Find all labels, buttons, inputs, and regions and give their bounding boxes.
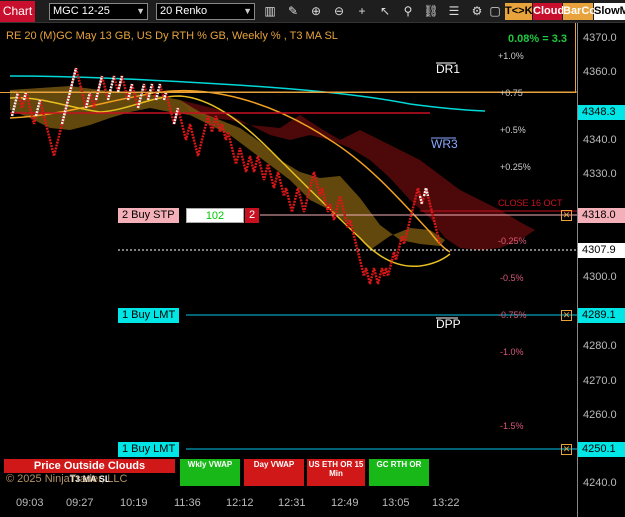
price-tag: 4318.0: [578, 208, 625, 223]
dpp-label: DPP: [436, 317, 461, 331]
time-tick: 11:36: [174, 497, 201, 509]
pct-level-label: +0.75: [500, 88, 523, 98]
chevron-down-icon: ▼: [243, 6, 252, 16]
price-tick: 4240.0: [583, 477, 617, 489]
pct-level-label: -0.5%: [500, 273, 524, 283]
time-tick: 12:31: [278, 497, 306, 509]
pointer-icon[interactable]: ↖: [377, 3, 393, 20]
cloud-button[interactable]: Cloud: [533, 3, 564, 20]
settings-icon[interactable]: ⚙: [469, 3, 485, 20]
time-tick: 12:12: [226, 497, 254, 509]
day-vwap-indicator: Day VWAP: [244, 459, 304, 486]
price-tick: 4370.0: [583, 32, 617, 44]
window-icon[interactable]: ▢: [487, 3, 503, 20]
last-price-tag: 4307.9: [578, 243, 625, 258]
buy-stop-count[interactable]: 2: [245, 208, 259, 223]
buy-limit-order-label[interactable]: 1 Buy LMT: [118, 308, 180, 323]
time-tick: 13:22: [432, 497, 460, 509]
barcol-button[interactable]: BarCol: [563, 3, 599, 20]
gc-rth-or-indicator: GC RTH OR: [369, 459, 429, 486]
tk-button[interactable]: T<>K: [505, 3, 533, 20]
percent-change-label: 0.08% = 3.3: [508, 33, 568, 45]
time-tick: 12:49: [331, 497, 359, 509]
time-tick: 09:03: [16, 497, 44, 509]
us-eth-or-indicator: US ETH OR 15 Min: [307, 459, 365, 486]
price-tick: 4330.0: [583, 168, 617, 180]
cancel-order-icon[interactable]: ✕: [561, 210, 572, 221]
price-outside-clouds-indicator: Price Outside Clouds: [4, 459, 175, 473]
chevron-down-icon: ▼: [136, 6, 145, 16]
slowm-button[interactable]: SlowM: [594, 3, 625, 20]
cancel-order-icon[interactable]: ✕: [561, 444, 572, 455]
bar-type-selector[interactable]: 20 Renko ▼: [156, 3, 255, 20]
time-tick: 10:19: [120, 497, 148, 509]
price-tick: 4340.0: [583, 134, 617, 146]
instrument-value: MGC 12-25: [53, 5, 110, 17]
price-tick: 4300.0: [583, 271, 617, 283]
price-tick: 4270.0: [583, 375, 617, 387]
link-icon[interactable]: ⛓: [423, 3, 439, 20]
price-tag: 4348.3: [578, 105, 625, 120]
copyright-text: © 2025 NinjaTrader, LLC: [6, 473, 128, 485]
chart-toolbar: Chart MGC 12-25 ▼ 20 Renko ▼ ▥ ✎ ⊕ ⊖ + ↖…: [0, 0, 625, 23]
chart-tab[interactable]: Chart: [0, 1, 35, 22]
bar-type-value: 20 Renko: [160, 5, 208, 17]
weekly-vwap-indicator: Wkly VWAP: [180, 459, 240, 486]
price-tick: 4260.0: [583, 409, 617, 421]
time-tick: 09:27: [66, 497, 94, 509]
pct-level-label: -1.5%: [500, 421, 524, 431]
price-tick: 4280.0: [583, 340, 617, 352]
price-tag: 4289.1: [578, 308, 625, 323]
draw-icon[interactable]: ✎: [285, 3, 301, 20]
bars-icon[interactable]: ▥: [262, 3, 278, 20]
crosshair-icon[interactable]: +: [354, 3, 370, 20]
pct-level-label: -0.75%: [498, 310, 527, 320]
pct-level-label: +0.5%: [500, 125, 526, 135]
pct-level-label: -0.25%: [498, 236, 527, 246]
cancel-order-icon[interactable]: ✕: [561, 310, 572, 321]
buy-stop-order-label[interactable]: 2 Buy STP: [118, 208, 179, 223]
pct-level-label: +0.25%: [500, 162, 531, 172]
pct-level-label: -1.0%: [500, 347, 524, 357]
buy-limit-order-label[interactable]: 1 Buy LMT: [118, 442, 180, 457]
buy-stop-quantity[interactable]: 102: [186, 208, 244, 223]
properties-icon[interactable]: ☰: [446, 3, 462, 20]
strategy-icon[interactable]: ⚲: [400, 3, 416, 20]
chart-title: RE 20 (M)GC May 13 GB, US Dy RTH % GB, W…: [6, 30, 338, 42]
price-tick: 4360.0: [583, 66, 617, 78]
price-chart[interactable]: [0, 23, 577, 517]
instrument-selector[interactable]: MGC 12-25 ▼: [49, 3, 148, 20]
time-tick: 13:05: [382, 497, 410, 509]
price-tag: 4250.1: [578, 442, 625, 457]
dr1-label: DR1: [436, 62, 461, 76]
pct-level-label: +1.0%: [498, 51, 524, 61]
zoom-in-icon[interactable]: ⊕: [308, 3, 324, 20]
close-label: CLOSE 16 OCT: [498, 198, 563, 208]
wr3-label: WR3: [431, 137, 458, 151]
zoom-out-icon[interactable]: ⊖: [331, 3, 347, 20]
